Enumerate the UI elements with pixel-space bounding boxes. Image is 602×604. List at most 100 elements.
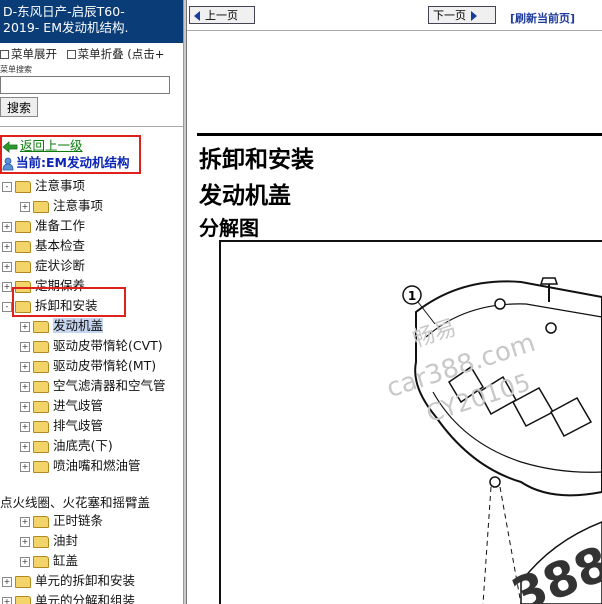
expand-icon[interactable]: +	[2, 241, 12, 252]
next-page-label: 下一页	[433, 9, 466, 22]
tree-item-label: 基本检查	[35, 238, 86, 253]
tree-item-label: 单元的分解和组装	[35, 593, 136, 604]
tree-item[interactable]: + 排气歧管	[20, 416, 103, 436]
folder-icon	[15, 260, 31, 273]
folder-icon	[33, 340, 49, 353]
folder-icon	[33, 200, 49, 213]
tree-item[interactable]: + 驱动皮带惰轮(MT)	[20, 356, 156, 376]
document-title: D-东风日产-启辰T60- 2019- EM发动机结构.	[0, 0, 183, 43]
folder-icon	[33, 360, 49, 373]
tree-item[interactable]: + 空气滤清器和空气管	[20, 376, 166, 396]
expand-icon[interactable]: +	[2, 596, 12, 604]
document-title-line1: D-东风日产-启辰T60-	[3, 4, 125, 19]
folder-icon	[33, 320, 49, 333]
folder-icon	[15, 575, 31, 588]
tree-item[interactable]: + 缸盖	[20, 551, 78, 571]
expand-icon[interactable]: +	[20, 381, 30, 392]
menu-collapse-label: 菜单折叠 (点击+	[77, 47, 165, 61]
collapse-icon[interactable]: -	[2, 301, 12, 312]
expand-icon[interactable]: +	[20, 201, 30, 212]
section-rule	[197, 133, 602, 136]
tree-item[interactable]: + 注意事项	[20, 196, 103, 216]
folder-icon	[15, 180, 31, 193]
page-nav-bar: 上一页 下一页 [刷新当前页]	[187, 0, 602, 31]
tree-item[interactable]: - 注意事项	[2, 176, 85, 196]
search-input[interactable]	[0, 76, 170, 94]
expand-icon[interactable]: +	[20, 461, 30, 472]
collapse-icon[interactable]: -	[2, 181, 12, 192]
next-page-button[interactable]: 下一页	[428, 6, 496, 24]
expand-icon[interactable]: +	[2, 281, 12, 292]
folder-icon	[33, 400, 49, 413]
tree-item-label: 油封	[53, 533, 79, 548]
highlight-box-current	[0, 135, 141, 174]
callout-number: 1	[408, 289, 416, 303]
divider	[0, 126, 183, 127]
expand-icon[interactable]: +	[2, 221, 12, 232]
tree-item[interactable]: + 基本检查	[2, 236, 85, 256]
tree-item[interactable]: + 准备工作	[2, 216, 85, 236]
expand-icon[interactable]: +	[20, 361, 30, 372]
expand-icon[interactable]: +	[2, 261, 12, 272]
tree-item-label: 准备工作	[35, 218, 86, 233]
search-button[interactable]: 搜索	[0, 97, 38, 117]
menu-collapse-button[interactable]: 菜单折叠 (点击+	[66, 47, 168, 61]
expand-icon[interactable]: +	[20, 341, 30, 352]
folder-icon	[33, 535, 49, 548]
prev-page-button[interactable]: 上一页	[189, 6, 255, 24]
collapse-square-icon	[66, 49, 76, 59]
folder-icon	[15, 240, 31, 253]
tree-item[interactable]: + 正时链条	[20, 511, 103, 531]
tree-item-label: 发动机盖	[53, 318, 104, 333]
heading-exploded-view: 分解图	[199, 216, 259, 240]
expand-icon[interactable]: +	[20, 516, 30, 527]
right-arrow-icon	[471, 11, 477, 21]
tree-item-label: 进气歧管	[53, 398, 104, 413]
tree-item[interactable]: + 喷油嘴和燃油管	[20, 456, 141, 476]
document-title-line2: 2019- EM发动机结构.	[3, 20, 129, 35]
left-arrow-icon	[194, 11, 200, 21]
tree-item[interactable]: + 油底壳(下)	[20, 436, 113, 456]
tree-item-label: 空气滤清器和空气管	[53, 378, 166, 393]
folder-icon	[33, 460, 49, 473]
content-frame: 上一页 下一页 [刷新当前页] 拆卸和安装 发动机盖 分解图 1 畅易 car3…	[187, 0, 602, 604]
tree-item-label: 点火线圈、火花塞和摇臂盖	[0, 495, 151, 510]
expand-icon[interactable]: +	[20, 536, 30, 547]
tree-item[interactable]: + 发动机盖	[20, 316, 104, 336]
folder-icon	[33, 515, 49, 528]
tree-item-label: 喷油嘴和燃油管	[53, 458, 141, 473]
menu-expand-button[interactable]: 菜单展开	[0, 47, 60, 61]
tree-item-label: 排气歧管	[53, 418, 104, 433]
prev-page-label: 上一页	[205, 9, 238, 22]
tree-item[interactable]: + 油封	[20, 531, 78, 551]
highlight-box-section	[12, 287, 126, 317]
expand-icon[interactable]: +	[20, 401, 30, 412]
left-frame: D-东风日产-启辰T60- 2019- EM发动机结构. 菜单展开 菜单折叠 (…	[0, 0, 183, 604]
tree-item[interactable]: 点火线圈、火花塞和摇臂盖	[0, 493, 150, 513]
folder-icon	[33, 555, 49, 568]
expand-icon[interactable]: +	[20, 556, 30, 567]
expand-icon[interactable]: +	[2, 576, 12, 587]
expand-icon[interactable]: +	[20, 321, 30, 332]
folder-icon	[33, 420, 49, 433]
refresh-page-link[interactable]: [刷新当前页]	[510, 10, 575, 26]
tree-item[interactable]: + 症状诊断	[2, 256, 85, 276]
expand-icon[interactable]: +	[20, 421, 30, 432]
tree-item-label: 油底壳(下)	[53, 438, 113, 453]
heading-remove-install: 拆卸和安装	[199, 146, 314, 173]
search-label: 菜单搜索	[0, 65, 32, 74]
tree-item[interactable]: + 驱动皮带惰轮(CVT)	[20, 336, 163, 356]
tree-item-label: 症状诊断	[35, 258, 86, 273]
engine-cover-diagram: 1 畅易 car388.com CY20105 388	[383, 277, 602, 604]
expand-icon[interactable]: +	[20, 441, 30, 452]
tree-item[interactable]: + 单元的分解和组装	[2, 591, 135, 604]
tree-item-label: 正时链条	[53, 513, 104, 528]
tree-item-label: 单元的拆卸和安装	[35, 573, 136, 588]
tree-item-label: 驱动皮带惰轮(MT)	[53, 358, 157, 373]
menu-expand-label: 菜单展开	[11, 47, 57, 61]
folder-icon	[33, 440, 49, 453]
tree-item-label: 缸盖	[53, 553, 79, 568]
tree-item[interactable]: + 单元的拆卸和安装	[2, 571, 135, 591]
tree-item[interactable]: + 进气歧管	[20, 396, 103, 416]
tree-item-label: 驱动皮带惰轮(CVT)	[53, 338, 163, 353]
